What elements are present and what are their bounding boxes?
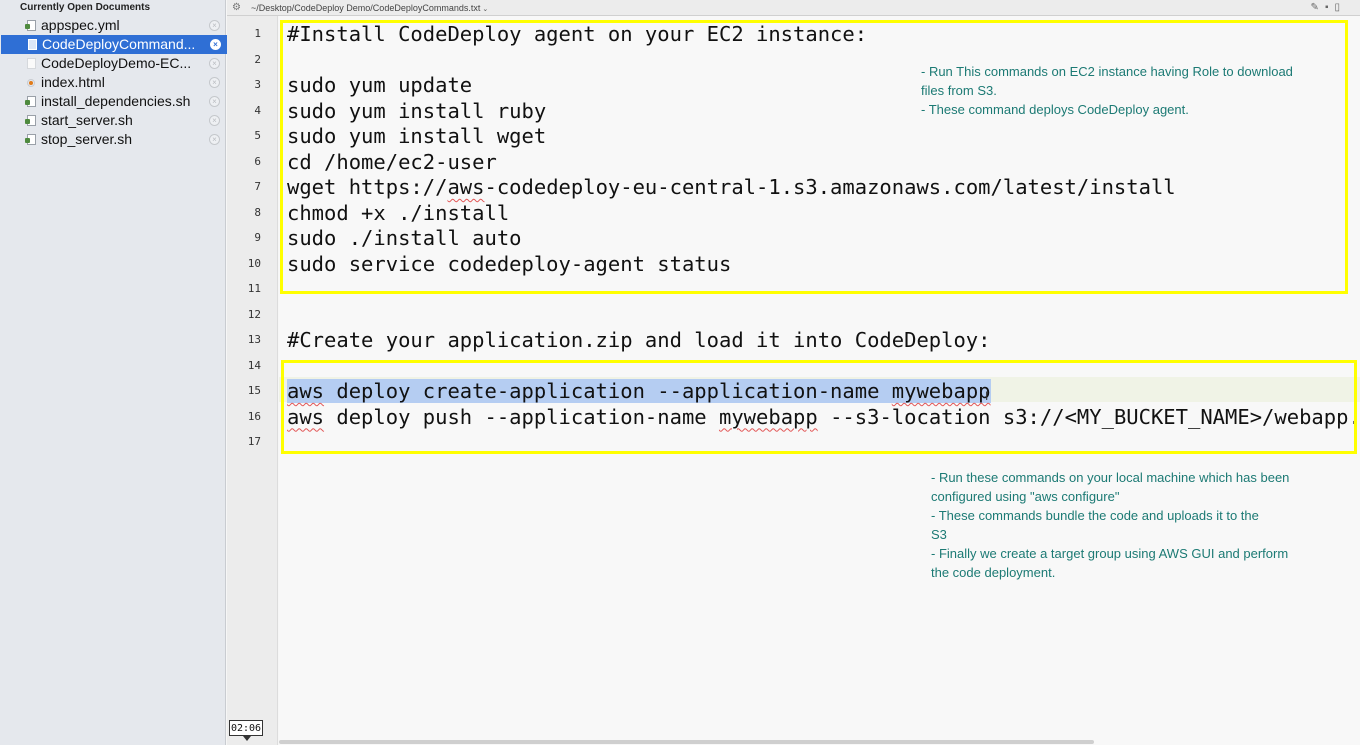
open-documents-list: appspec.yml × CodeDeployCommand... × Cod…: [0, 16, 265, 149]
page-icon[interactable]: ▯: [1334, 2, 1346, 13]
line-number: 4: [254, 103, 261, 117]
horizontal-scrollbar[interactable]: [279, 740, 1094, 744]
document-file-icon: [28, 39, 37, 50]
annotation-line: files from S3.: [921, 83, 997, 98]
sidebar-header: Currently Open Documents: [20, 2, 151, 13]
close-document-icon[interactable]: ×: [209, 58, 220, 69]
line-number: 8: [254, 205, 261, 219]
html-file-icon: [27, 79, 35, 87]
open-document-codedeploy-commands[interactable]: CodeDeployCommand... ×: [1, 35, 265, 54]
line-number: 17: [247, 435, 261, 448]
open-document-start-server[interactable]: start_server.sh ×: [0, 111, 225, 130]
open-document-appspec[interactable]: appspec.yml ×: [0, 16, 225, 35]
editor-toolbar: ✎▪▯: [1311, 0, 1346, 16]
file-label: install_dependencies.sh: [41, 93, 191, 109]
file-path-bar: ⚙ ~/Desktop/CodeDeploy Demo/CodeDeployCo…: [227, 0, 1360, 16]
line-number-gutter: 1 2 3 4 5 6 7 8 9 10 11 12 13 14 15 16 1…: [227, 16, 278, 745]
line-number: 3: [254, 78, 261, 91]
annotation-local-note: - Run these commands on your local machi…: [931, 468, 1341, 582]
close-document-icon[interactable]: ×: [210, 39, 221, 50]
annotation-line: - These command deploys CodeDeploy agent…: [921, 102, 1189, 117]
blank-file-icon: [27, 58, 36, 69]
close-document-icon[interactable]: ×: [209, 20, 220, 31]
pen-icon[interactable]: ✎: [1311, 2, 1325, 13]
open-document-stop-server[interactable]: stop_server.sh ×: [0, 130, 225, 149]
line-number: 11: [247, 282, 261, 295]
chevron-down-icon: ⌄: [482, 6, 489, 13]
line-number: 6: [254, 154, 261, 168]
close-document-icon[interactable]: ×: [209, 134, 220, 145]
annotation-line: - Run these commands on your local machi…: [931, 470, 1290, 485]
annotation-ec2-note: - Run This commands on EC2 instance havi…: [921, 62, 1341, 119]
annotation-line: - Finally we create a target group using…: [931, 546, 1289, 561]
file-path: ~/Desktop/CodeDeploy Demo/CodeDeployComm…: [251, 3, 481, 13]
file-label: start_server.sh: [41, 112, 133, 128]
close-document-icon[interactable]: ×: [209, 115, 220, 126]
line-number: 14: [247, 358, 261, 372]
annotation-line: configured using "aws configure": [931, 489, 1120, 504]
file-label: stop_server.sh: [41, 131, 133, 147]
line-number: 9: [254, 231, 261, 244]
annotation-line: the code deployment.: [931, 565, 1056, 580]
line-number: 5: [254, 129, 261, 142]
line-number: 16: [247, 409, 261, 423]
code-editor[interactable]: #Install CodeDeploy agent on your EC2 in…: [279, 16, 1360, 745]
line-number: 13: [247, 333, 261, 346]
close-document-icon[interactable]: ×: [209, 77, 220, 88]
script-file-icon: [25, 134, 36, 145]
line-number: 7: [254, 180, 261, 193]
open-document-index-html[interactable]: index.html ×: [0, 73, 225, 92]
line-number: 15: [247, 384, 261, 397]
script-file-icon: [25, 115, 36, 126]
open-document-install-dependencies[interactable]: install_dependencies.sh ×: [0, 92, 225, 111]
gear-icon[interactable]: ⚙: [232, 0, 241, 16]
script-file-icon: [25, 20, 36, 31]
open-documents-sidebar: Currently Open Documents appspec.yml × C…: [0, 0, 265, 745]
annotation-line: S3: [931, 527, 947, 542]
annotation-line: - These commands bundle the code and upl…: [931, 508, 1259, 523]
line-number: 10: [247, 256, 261, 270]
file-label: CodeDeployCommand...: [42, 36, 196, 52]
line-number: 12: [247, 307, 261, 321]
file-label: appspec.yml: [41, 17, 120, 33]
highlight-box-local-commands: [281, 360, 1357, 454]
close-document-icon[interactable]: ×: [209, 96, 220, 107]
video-timestamp-tooltip: 02:06: [229, 720, 263, 741]
line-number: 1: [254, 27, 261, 40]
script-file-icon: [25, 96, 36, 107]
file-label: index.html: [41, 74, 105, 90]
open-document-codedeploy-demo[interactable]: CodeDeployDemo-EC... ×: [0, 54, 225, 73]
line-number: 2: [254, 52, 261, 66]
code-line[interactable]: #Create your application.zip and load it…: [287, 328, 991, 354]
annotation-line: - Run This commands on EC2 instance havi…: [921, 64, 1293, 79]
file-label: CodeDeployDemo-EC...: [41, 55, 192, 71]
